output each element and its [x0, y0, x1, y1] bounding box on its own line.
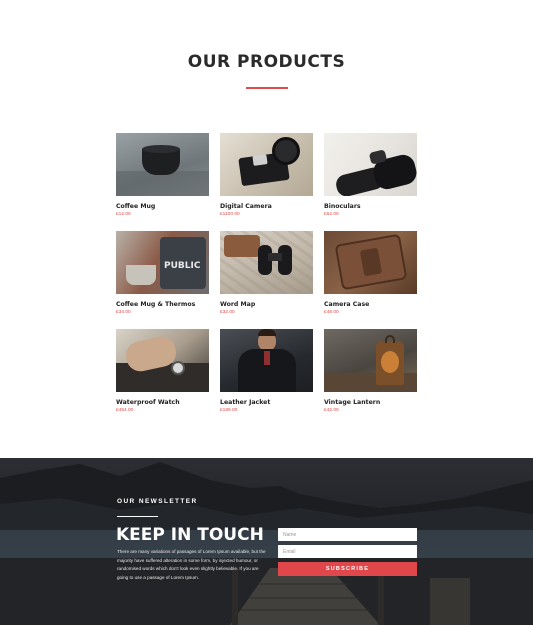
- binoculars-photo-icon[interactable]: [324, 133, 417, 196]
- products-title: OUR PRODUCTS: [187, 52, 346, 72]
- camera-case-photo-icon[interactable]: [324, 231, 417, 294]
- product-card-vintage-lantern[interactable]: Vintage Lantern £42.00: [324, 329, 417, 427]
- product-price: £48.00: [324, 310, 339, 315]
- product-price: £42.00: [324, 408, 339, 413]
- background-overlay: [0, 458, 533, 625]
- map-photo-icon[interactable]: [220, 231, 313, 294]
- product-name[interactable]: Word Map: [220, 301, 313, 308]
- newsletter-label: OUR NEWSLETTER: [117, 498, 198, 505]
- product-price: £464.00: [116, 408, 134, 413]
- newsletter-heading: KEEP IN TOUCH: [116, 525, 264, 545]
- product-name[interactable]: Vintage Lantern: [324, 399, 417, 406]
- lantern-photo-icon[interactable]: [324, 329, 417, 392]
- email-input[interactable]: [278, 545, 417, 558]
- product-name[interactable]: Camera Case: [324, 301, 417, 308]
- product-price: £1100.00: [220, 212, 240, 217]
- product-grid: Coffee Mug £12.00 Digital Camera £1100.0…: [116, 133, 417, 427]
- newsletter-description: There are many variations of passages of…: [117, 549, 266, 580]
- watch-photo-icon[interactable]: [116, 329, 209, 392]
- product-card-leather-jacket[interactable]: Leather Jacket £189.00: [220, 329, 313, 427]
- product-name[interactable]: Waterproof Watch: [116, 399, 209, 406]
- product-price: £189.00: [220, 408, 238, 413]
- subscribe-button[interactable]: SUBSCRIBE: [278, 562, 417, 576]
- product-price: £62.00: [324, 212, 339, 217]
- newsletter-section: OUR NEWSLETTER KEEP IN TOUCH There are m…: [0, 458, 533, 625]
- product-name[interactable]: Leather Jacket: [220, 399, 313, 406]
- product-card-waterproof-watch[interactable]: Waterproof Watch £464.00: [116, 329, 209, 427]
- product-name[interactable]: Binoculars: [324, 203, 417, 210]
- product-price: £32.00: [220, 310, 235, 315]
- product-name[interactable]: Digital Camera: [220, 203, 313, 210]
- title-underline: [246, 87, 288, 89]
- product-card-binoculars[interactable]: Binoculars £62.00: [324, 133, 417, 231]
- product-card-word-map[interactable]: Word Map £32.00: [220, 231, 313, 329]
- newsletter-label-underline: [117, 516, 158, 517]
- thermos-photo-icon[interactable]: PUBLIC: [116, 231, 209, 294]
- product-card-coffee-mug-thermos[interactable]: PUBLIC Coffee Mug & Thermos £34.00: [116, 231, 209, 329]
- product-price: £12.00: [116, 212, 131, 217]
- product-price: £34.00: [116, 310, 131, 315]
- camera-photo-icon[interactable]: [220, 133, 313, 196]
- products-section: OUR PRODUCTS Coffee Mug £12.00 Digital C…: [0, 0, 533, 458]
- product-name[interactable]: Coffee Mug & Thermos: [116, 301, 209, 308]
- name-input[interactable]: [278, 528, 417, 541]
- product-name[interactable]: Coffee Mug: [116, 203, 209, 210]
- product-card-digital-camera[interactable]: Digital Camera £1100.00: [220, 133, 313, 231]
- mug-photo-icon[interactable]: [116, 133, 209, 196]
- product-card-coffee-mug[interactable]: Coffee Mug £12.00: [116, 133, 209, 231]
- jacket-photo-icon[interactable]: [220, 329, 313, 392]
- product-card-camera-case[interactable]: Camera Case £48.00: [324, 231, 417, 329]
